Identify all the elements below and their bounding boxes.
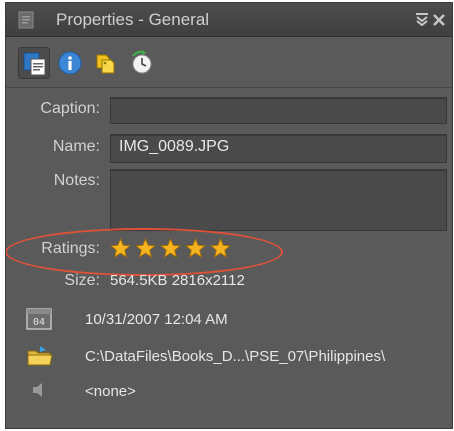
speaker-icon [33,383,42,397]
calendar-icon: 04 [26,308,52,330]
notes-field[interactable] [110,169,447,231]
general-properties-icon [23,52,46,76]
size-value: 564.5KB 2816x2112 [110,272,245,289]
file-path[interactable]: C:\DataFiles\Books_D...\PSE_07\Philippin… [85,348,385,365]
close-icon[interactable] [432,11,446,27]
panel-title-bar[interactable]: Properties - General [6,3,452,37]
info-icon [58,51,82,75]
panel-title: Properties - General [56,10,210,29]
tab-history[interactable] [126,47,158,79]
history-icon [132,50,152,74]
tab-keywords[interactable] [90,47,122,79]
keyword-tags-icon [96,54,115,74]
properties-toolbar [6,37,452,87]
star-icon[interactable] [210,238,231,259]
panel-menu-icon[interactable] [415,12,429,26]
star-icon[interactable] [185,238,206,259]
svg-text:04: 04 [33,317,45,328]
name-field[interactable]: IMG_0089.JPG [110,134,447,163]
ratings-label: Ratings: [41,240,100,257]
folder-icon [27,346,53,366]
caption-label: Caption: [40,100,100,117]
notes-label: Notes: [53,172,100,189]
size-label: Size: [64,272,100,289]
tab-general[interactable] [18,47,50,79]
properties-panel: Properties - General Caption: Name: IMG_… [5,2,453,429]
star-icon[interactable] [110,238,131,259]
name-label: Name: [52,138,100,155]
document-icon [18,11,34,29]
star-icon[interactable] [135,238,156,259]
star-rating[interactable] [110,238,250,260]
audio-caption: <none> [85,383,136,400]
toolbar-divider [6,87,452,88]
date-created: 10/31/2007 12:04 AM [85,311,228,328]
caption-field[interactable] [110,97,447,124]
tab-metadata[interactable] [54,47,86,79]
star-icon[interactable] [160,238,181,259]
